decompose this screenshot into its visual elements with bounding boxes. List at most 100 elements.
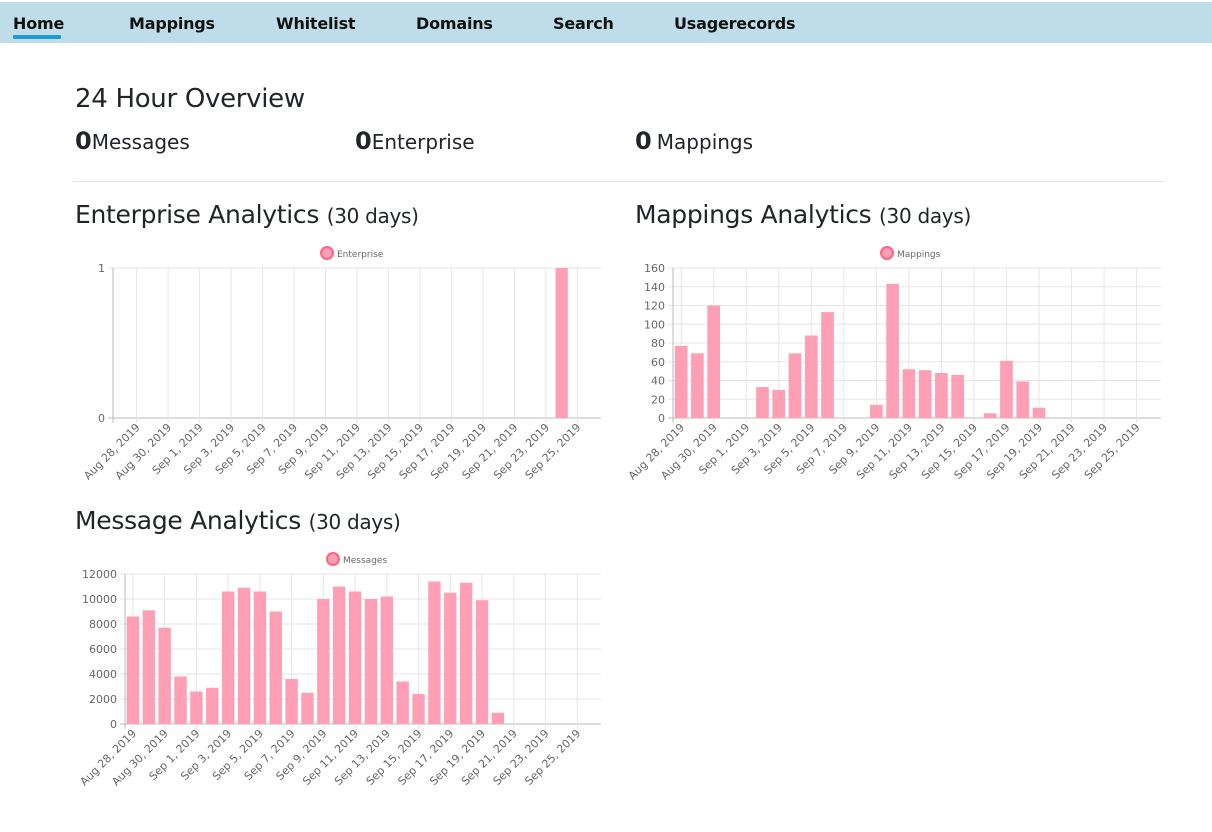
mappings-bar: [788, 353, 802, 418]
messages-legend-marker: [326, 552, 340, 566]
message-analytics-subtitle: (30 days): [308, 510, 401, 534]
mappings-bar: [918, 370, 932, 418]
mappings-analytics-heading: Mappings Analytics: [635, 200, 872, 229]
messages-bar: [285, 679, 298, 724]
message-analytics-heading: Message Analytics: [75, 506, 301, 535]
messages-bar: [412, 694, 425, 724]
stat-enterprise-value: 0: [355, 127, 372, 155]
top-navbar: Home Mappings Whitelist Domains Search U…: [0, 2, 1212, 43]
message-analytics-title: Message Analytics (30 days): [75, 506, 401, 535]
stat-messages: 0Messages: [75, 127, 190, 155]
mappings-bar: [1032, 407, 1046, 418]
messages-bar: [444, 592, 457, 724]
mappings-bar: [707, 305, 721, 418]
mappings-chart: Mappings 0 20 40 60 80 100 120 140 160 Aug 28, 201…: [626, 246, 1161, 482]
stat-mappings-label: Mappings: [656, 130, 754, 154]
messages-y-tick-label: 8000: [89, 618, 117, 631]
messages-y-tick-label: 4000: [89, 668, 117, 681]
enterprise-y-tick-label: 0: [98, 412, 105, 425]
stat-messages-value: 0: [75, 127, 92, 155]
mappings-y-tick-label: 20: [651, 393, 665, 406]
mappings-analytics-title: Mappings Analytics (30 days): [635, 200, 971, 229]
enterprise-chart: Enterprise01Aug 28, 2019Aug 30, 2019Sep …: [81, 246, 601, 482]
nav-whitelist[interactable]: Whitelist: [276, 2, 356, 43]
mappings-bar: [804, 335, 818, 418]
mappings-bar: [674, 345, 688, 418]
enterprise-x-tick-label: Sep 25, 2019: [523, 421, 584, 482]
mappings-y-tick-label: 120: [644, 300, 665, 313]
nav-domains[interactable]: Domains: [416, 2, 493, 43]
mappings-legend-label: Mappings: [897, 250, 941, 260]
nav-active-indicator: [13, 35, 61, 39]
section-divider: [73, 181, 1165, 182]
enterprise-bar: [555, 268, 568, 418]
mappings-bar: [756, 387, 769, 418]
enterprise-analytics-heading: Enterprise Analytics: [75, 200, 320, 229]
messages-bar: [142, 610, 155, 724]
messages-bar: [174, 676, 187, 724]
messages-x-tick-label: Sep 25, 2019: [522, 727, 583, 788]
nav-mappings[interactable]: Mappings: [129, 2, 215, 43]
messages-y-tick-label: 6000: [89, 643, 117, 656]
messages-bar: [491, 712, 505, 724]
mappings-y-tick-label: 40: [651, 375, 665, 388]
messages-bar: [158, 627, 171, 724]
messages-legend-label: Messages: [343, 556, 387, 566]
messages-bar: [253, 591, 267, 724]
messages-y-tick-label: 12000: [82, 568, 117, 581]
enterprise-legend-marker: [320, 246, 334, 260]
mappings-bar: [869, 404, 883, 418]
stat-messages-label: Messages: [91, 130, 190, 154]
messages-y-tick-label: 10000: [82, 593, 117, 606]
mappings-bar: [1016, 381, 1030, 418]
messages-bar: [475, 600, 489, 724]
messages-bar: [126, 616, 140, 724]
messages-bar: [317, 599, 330, 724]
mappings-analytics-subtitle: (30 days): [879, 204, 971, 228]
mappings-bar: [983, 413, 997, 418]
mappings-y-tick-label: 140: [644, 281, 665, 294]
stat-enterprise: 0Enterprise: [355, 127, 475, 155]
messages-bar: [396, 681, 409, 724]
mappings-y-tick-label: 0: [658, 412, 665, 425]
messages-bar: [269, 611, 282, 724]
messages-y-tick-label: 2000: [89, 693, 117, 706]
enterprise-analytics-subtitle: (30 days): [326, 204, 419, 228]
messages-bar: [380, 596, 393, 724]
messages-bar: [190, 691, 203, 724]
mappings-legend-marker: [880, 246, 894, 260]
messages-bar: [364, 599, 378, 724]
mappings-bar: [821, 312, 834, 418]
enterprise-analytics-title: Enterprise Analytics (30 days): [75, 200, 419, 229]
mappings-bar: [772, 389, 786, 418]
stat-mappings: 0 Mappings: [635, 127, 753, 155]
messages-bar: [237, 587, 251, 724]
enterprise-y-tick-label: 1: [98, 262, 105, 275]
stat-mappings-value: 0: [635, 127, 652, 155]
nav-usagerecords[interactable]: Usagerecords: [674, 2, 796, 43]
nav-search[interactable]: Search: [553, 2, 614, 43]
mappings-bar: [886, 283, 899, 418]
messages-bar: [459, 582, 473, 724]
messages-bar: [221, 591, 235, 724]
messages-bar: [348, 591, 362, 724]
mappings-bar: [1000, 360, 1013, 418]
mappings-y-tick-label: 160: [644, 262, 665, 275]
mappings-bar: [902, 369, 916, 418]
messages-bar: [301, 692, 314, 724]
mappings-y-tick-label: 80: [651, 337, 665, 350]
mappings-bar: [935, 373, 948, 418]
mappings-y-tick-label: 100: [644, 318, 665, 331]
messages-y-tick-label: 0: [110, 718, 117, 731]
mappings-x-tick-label: Aug 28, 2019: [626, 421, 687, 482]
messages-bar: [206, 687, 219, 724]
mappings-bar: [951, 374, 965, 418]
overview-title: 24 Hour Overview: [75, 84, 305, 114]
enterprise-legend-label: Enterprise: [337, 250, 384, 260]
messages-chart: Messages020004000600080001000012000Aug 2…: [78, 552, 601, 788]
mappings-bar: [691, 353, 704, 418]
mappings-y-tick-label: 60: [651, 356, 665, 369]
messages-bar: [333, 586, 346, 724]
messages-bar: [428, 581, 441, 724]
stat-enterprise-label: Enterprise: [371, 130, 475, 154]
